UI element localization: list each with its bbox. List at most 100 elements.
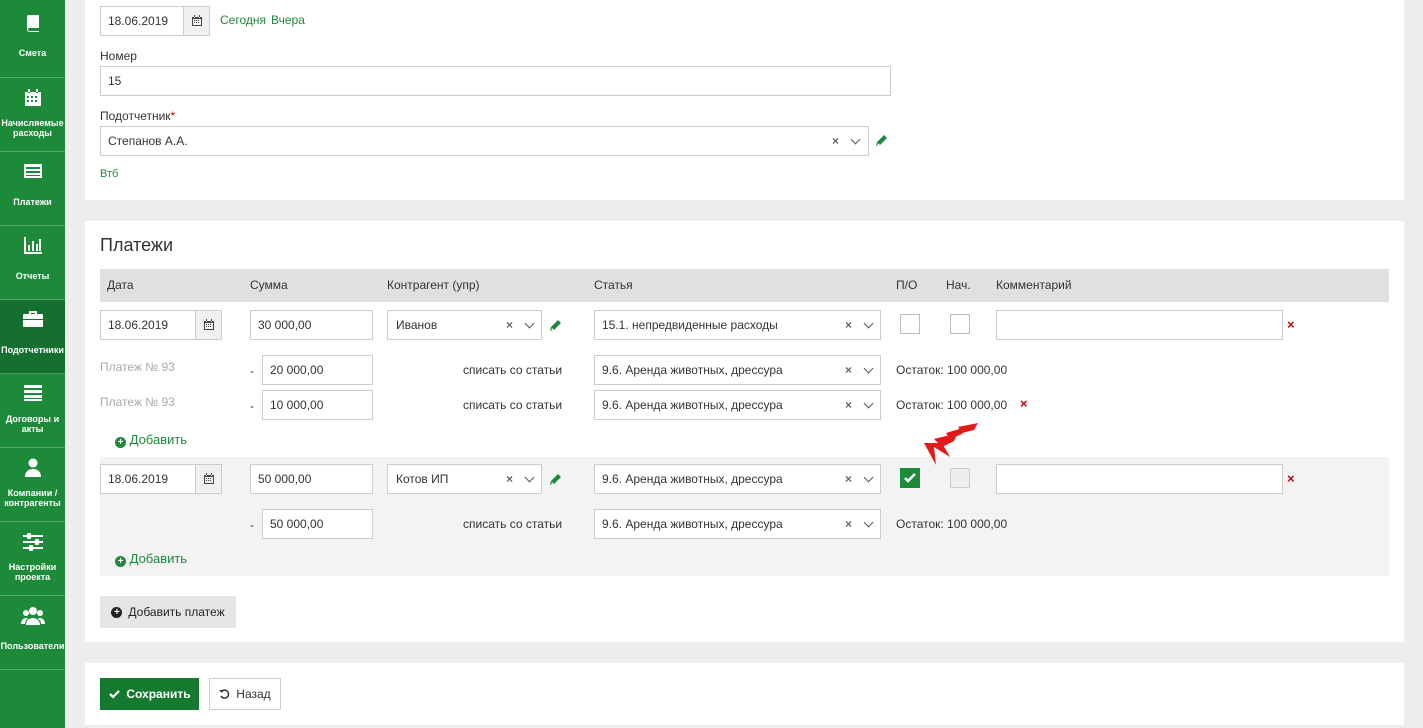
plus-circle-icon: + <box>115 437 126 448</box>
writeoff-amount-input[interactable]: 20 000,00 <box>262 355 373 385</box>
sidebar-item-label: Смета <box>18 48 47 58</box>
remainder-text: Остаток: 100 000,00 <box>896 398 1008 412</box>
undo-icon <box>219 688 230 699</box>
clear-icon[interactable]: × <box>832 134 839 148</box>
add-writeoff-link[interactable]: + Добавить <box>115 432 187 448</box>
briefcase-icon <box>0 310 65 331</box>
writeoff-article-select[interactable]: 9.6. Аренда животных, дрессура <box>594 355 881 385</box>
comment-input[interactable] <box>996 464 1283 494</box>
po-checkbox[interactable] <box>900 468 920 488</box>
calendar-icon <box>203 473 214 484</box>
delete-row-icon[interactable]: × <box>1287 471 1295 486</box>
sidebar-item-label: Договоры и акты <box>5 414 60 434</box>
clear-icon[interactable]: × <box>845 318 852 332</box>
sidebar-item-contracts[interactable]: Договоры и акты <box>0 374 65 448</box>
pencil-icon[interactable] <box>549 319 562 335</box>
user-icon <box>0 458 65 481</box>
writeoff-action: списать со статьи <box>463 517 563 531</box>
writeoff-amount-input[interactable]: 10 000,00 <box>262 390 373 420</box>
column-header: Контрагент (упр) <box>387 278 480 292</box>
delete-writeoff-icon[interactable]: × <box>1020 396 1028 411</box>
dash: - <box>250 518 254 532</box>
sidebar-item-reports[interactable]: Отчеты <box>0 226 65 300</box>
book-icon <box>0 14 65 35</box>
add-payment-button[interactable]: + Добавить платеж <box>100 596 236 628</box>
pencil-icon[interactable] <box>549 473 562 489</box>
remainder-text: Остаток: 100 000,00 <box>896 517 1008 531</box>
number-input[interactable]: 15 <box>100 66 891 96</box>
today-link[interactable]: Сегодня <box>220 13 266 27</box>
counterparty-select[interactable]: Иванов <box>387 310 542 340</box>
calendar-button[interactable] <box>195 464 222 494</box>
delete-row-icon[interactable]: × <box>1287 317 1295 332</box>
clear-icon[interactable]: × <box>845 472 852 486</box>
sidebar-item-companies[interactable]: Компании / контрагенты <box>0 448 65 522</box>
payment-date-input[interactable]: 18.06.2019 <box>100 310 196 340</box>
writeoff-article-select[interactable]: 9.6. Аренда животных, дрессура <box>594 390 881 420</box>
clear-icon[interactable]: × <box>845 517 852 531</box>
sidebar-item-label: Платежи <box>13 197 52 207</box>
sidebar: Смета Начисляемые расходы Платежи Отчеты… <box>0 0 65 728</box>
date-input[interactable]: 18.06.2019 <box>100 6 184 36</box>
remainder-text: Остаток: 100 000,00 <box>896 363 1008 377</box>
nach-checkbox[interactable] <box>950 468 970 488</box>
sidebar-item-users[interactable]: Пользователи <box>0 596 65 670</box>
sidebar-item-label: Настройки проекта <box>8 562 57 582</box>
payment-ref: Платеж № 93 <box>100 360 175 374</box>
add-writeoff-link[interactable]: + Добавить <box>115 551 187 567</box>
list-icon <box>0 162 65 183</box>
sidebar-item-label: Компании / контрагенты <box>4 488 61 508</box>
counterparty-select[interactable]: Котов ИП <box>387 464 542 494</box>
pencil-icon[interactable] <box>875 134 888 150</box>
plus-circle-icon: + <box>115 556 126 567</box>
actions-panel: Сохранить Назад <box>85 663 1404 725</box>
back-button[interactable]: Назад <box>209 678 281 710</box>
po-checkbox[interactable] <box>900 314 920 334</box>
payment-date-input[interactable]: 18.06.2019 <box>100 464 196 494</box>
accountable-label: Подотчетник* <box>100 109 176 123</box>
yesterday-link[interactable]: Вчера <box>271 13 305 27</box>
check-icon <box>904 473 916 483</box>
comment-input[interactable] <box>996 310 1283 340</box>
calendar-button[interactable] <box>195 310 222 340</box>
column-header: Сумма <box>250 278 288 292</box>
article-select[interactable]: 9.6. Аренда животных, дрессура <box>594 464 881 494</box>
sidebar-item-payments[interactable]: Платежи <box>0 152 65 226</box>
bar-chart-icon <box>0 236 65 257</box>
writeoff-action: списать со статьи <box>463 363 563 377</box>
sidebar-item-label: Пользователи <box>0 641 65 651</box>
save-button[interactable]: Сохранить <box>100 678 199 710</box>
sidebar-item-accountables[interactable]: Подотчетники <box>0 300 65 374</box>
sidebar-item-project-settings[interactable]: Настройки проекта <box>0 522 65 596</box>
clear-icon[interactable]: × <box>845 398 852 412</box>
calendar-icon <box>203 319 214 330</box>
payments-panel: Платежи Дата Сумма Контрагент (упр) Стат… <box>85 221 1404 642</box>
sidebar-item-estimate[interactable]: Смета <box>0 0 65 78</box>
sidebar-item-label: Отчеты <box>15 271 50 281</box>
clear-icon[interactable]: × <box>506 472 513 486</box>
article-select[interactable]: 15.1. непредвиденные расходы <box>594 310 881 340</box>
column-header: Статья <box>594 278 633 292</box>
required-asterisk: * <box>170 109 176 123</box>
number-label: Номер <box>100 49 137 63</box>
check-icon <box>109 690 121 699</box>
amount-input[interactable]: 50 000,00 <box>250 464 373 494</box>
document-header-panel: 18.06.2019 Сегодня Вчера Номер 15 Подотч… <box>85 0 1404 200</box>
nach-checkbox[interactable] <box>950 314 970 334</box>
list-lines-icon <box>0 384 65 405</box>
column-header: Комментарий <box>996 278 1072 292</box>
clear-icon[interactable]: × <box>845 363 852 377</box>
table-header: Дата Сумма Контрагент (упр) Статья П/О Н… <box>100 269 1389 302</box>
writeoff-article-select[interactable]: 9.6. Аренда животных, дрессура <box>594 509 881 539</box>
accountable-select[interactable]: Степанов А.А. <box>100 126 869 156</box>
bank-link[interactable]: Втб <box>100 168 118 180</box>
sidebar-item-accrued-expenses[interactable]: Начисляемые расходы <box>0 78 65 152</box>
amount-input[interactable]: 30 000,00 <box>250 310 373 340</box>
column-header: Нач. <box>946 278 971 292</box>
calendar-button[interactable] <box>183 6 210 36</box>
calendar-icon <box>191 15 202 26</box>
writeoff-amount-input[interactable]: 50 000,00 <box>262 509 373 539</box>
dash: - <box>250 364 254 378</box>
section-title: Платежи <box>100 235 174 255</box>
clear-icon[interactable]: × <box>506 318 513 332</box>
